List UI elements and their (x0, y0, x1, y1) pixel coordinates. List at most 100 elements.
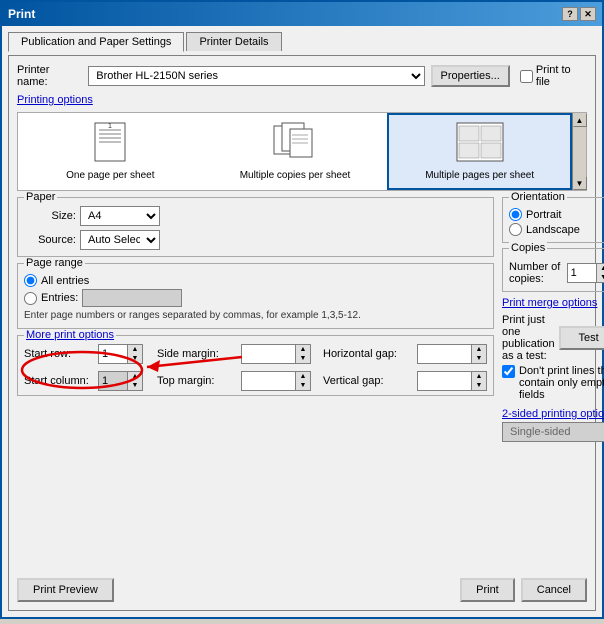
v-gap-down[interactable]: ▼ (472, 381, 486, 390)
start-row-spinner: ▲ ▼ (98, 344, 143, 364)
start-col-label: Start column: (24, 375, 94, 387)
top-margin-down[interactable]: ▼ (296, 381, 310, 390)
just-one-label: Print just one publication as a test: (502, 314, 555, 362)
side-margin-label: Side margin: (157, 348, 237, 360)
orientation-section: Orientation Portrait Landscape (502, 197, 604, 243)
tab-publication[interactable]: Publication and Paper Settings (8, 32, 184, 52)
portrait-radio[interactable] (509, 208, 522, 221)
start-row-up[interactable]: ▲ (128, 345, 142, 354)
copies-up[interactable]: ▲ (597, 264, 604, 273)
print-to-file-checkbox[interactable] (520, 70, 533, 83)
start-col-spinbtns: ▲ ▼ (128, 371, 143, 391)
start-col-row: Start column: ▲ ▼ Top margin: 0.339cm (24, 371, 487, 391)
side-margin-input[interactable]: 0.499cm (241, 344, 296, 364)
tab-content: Printer name: Brother HL-2150N series Pr… (8, 55, 596, 611)
main-content: Paper Size: A4 Source: Auto Select (17, 197, 587, 568)
copies-down[interactable]: ▼ (597, 273, 604, 282)
h-gap-spinbtns: ▲ ▼ (472, 344, 487, 364)
multiple-copies-option[interactable]: Multiple copies per sheet (203, 113, 388, 190)
print-dialog: Print ? ✕ Publication and Paper Settings… (0, 0, 604, 619)
start-col-down[interactable]: ▼ (128, 381, 142, 390)
more-print-label[interactable]: More print options (24, 329, 116, 341)
multiple-pages-icon (455, 121, 505, 166)
h-gap-input[interactable]: 0.499cm (417, 344, 472, 364)
landscape-label: Landscape (526, 224, 580, 236)
side-margin-spinner: 0.499cm ▲ ▼ (241, 344, 311, 364)
print-merge-label[interactable]: Print merge options (502, 297, 604, 309)
test-button[interactable]: Test (559, 326, 604, 350)
source-select[interactable]: Auto Select (80, 230, 160, 250)
top-margin-input[interactable]: 0.339cm (241, 371, 296, 391)
h-gap-up[interactable]: ▲ (472, 345, 486, 354)
start-row-row: Start row: ▲ ▼ Side margin: 0.499cm (24, 344, 487, 364)
entries-radio[interactable] (24, 292, 37, 305)
dialog-body: Publication and Paper Settings Printer D… (2, 26, 602, 617)
start-row-label: Start row: (24, 348, 94, 360)
side-margin-spinbtns: ▲ ▼ (296, 344, 311, 364)
top-margin-up[interactable]: ▲ (296, 372, 310, 381)
source-label: Source: (24, 234, 76, 246)
print-preview-button[interactable]: Print Preview (17, 578, 114, 602)
v-gap-label: Vertical gap: (323, 375, 413, 387)
two-sided-select[interactable]: Single-sided (502, 422, 604, 442)
orientation-label: Orientation (509, 191, 567, 203)
all-entries-row: All entries (24, 274, 487, 287)
start-row-down[interactable]: ▼ (128, 354, 142, 363)
one-page-option[interactable]: 1 One page per sheet (18, 113, 203, 190)
h-gap-down[interactable]: ▼ (472, 354, 486, 363)
num-copies-input[interactable] (567, 263, 597, 283)
scroll-up-arrow[interactable]: ▲ (573, 113, 587, 127)
cancel-button[interactable]: Cancel (521, 578, 587, 602)
close-button[interactable]: ✕ (580, 7, 596, 21)
entries-input[interactable] (82, 289, 182, 307)
printing-options-label[interactable]: Printing options (17, 94, 93, 106)
properties-button[interactable]: Properties... (431, 65, 510, 87)
side-margin-down[interactable]: ▼ (296, 354, 310, 363)
side-margin-up[interactable]: ▲ (296, 345, 310, 354)
dialog-title: Print (8, 7, 35, 21)
scroll-down-arrow[interactable]: ▼ (573, 176, 587, 190)
printer-name-label: Printer name: (17, 64, 82, 88)
tab-printer-details[interactable]: Printer Details (186, 32, 281, 51)
top-margin-spinner: 0.339cm ▲ ▼ (241, 371, 311, 391)
dont-print-checkbox[interactable] (502, 365, 515, 378)
right-buttons: Print Cancel (460, 578, 587, 602)
all-entries-radio[interactable] (24, 274, 37, 287)
just-one-row: Print just one publication as a test: Te… (502, 314, 604, 362)
num-copies-spinbtns: ▲ ▼ (597, 263, 604, 283)
v-gap-spinbtns: ▲ ▼ (472, 371, 487, 391)
print-button[interactable]: Print (460, 578, 515, 602)
tab-bar: Publication and Paper Settings Printer D… (8, 32, 596, 51)
help-button[interactable]: ? (562, 7, 578, 21)
two-sided-label[interactable]: 2-sided printing options (502, 408, 604, 420)
printer-name-select[interactable]: Brother HL-2150N series (88, 66, 424, 86)
multiple-copies-label: Multiple copies per sheet (240, 170, 351, 182)
start-row-input[interactable] (98, 344, 128, 364)
v-gap-input[interactable]: 0.339cm (417, 371, 472, 391)
paper-label: Paper (24, 191, 57, 203)
multiple-pages-option[interactable]: Multiple pages per sheet (387, 113, 572, 190)
size-label: Size: (24, 210, 76, 222)
more-print-section: More print options Start row: ▲ ▼ Side m… (17, 335, 494, 396)
start-col-spinner: ▲ ▼ (98, 371, 143, 391)
icons-scrollbar[interactable]: ▲ ▼ (572, 113, 586, 190)
multiple-copies-icon (270, 121, 320, 166)
page-range-section: Page range All entries Entries: Enter pa… (17, 263, 494, 329)
page-range-label: Page range (24, 257, 85, 269)
start-col-input[interactable] (98, 371, 128, 391)
copies-section: Copies Number of copies: ▲ ▼ (502, 248, 604, 292)
entries-row: Entries: (24, 289, 487, 307)
copies-row: Number of copies: ▲ ▼ (509, 261, 604, 285)
two-sided-section: 2-sided printing options Single-sided (502, 408, 604, 442)
dont-print-row: Don't print lines that contain only empt… (502, 365, 604, 401)
v-gap-up[interactable]: ▲ (472, 372, 486, 381)
print-merge-section: Print merge options Print just one publi… (502, 297, 604, 401)
title-bar: Print ? ✕ (2, 2, 602, 26)
dont-print-label: Don't print lines that contain only empt… (519, 365, 604, 401)
size-select[interactable]: A4 (80, 206, 160, 226)
start-col-up[interactable]: ▲ (128, 372, 142, 381)
printer-name-row: Printer name: Brother HL-2150N series Pr… (17, 64, 587, 88)
portrait-row: Portrait (509, 208, 604, 221)
source-row: Source: Auto Select (24, 230, 487, 250)
landscape-radio[interactable] (509, 223, 522, 236)
